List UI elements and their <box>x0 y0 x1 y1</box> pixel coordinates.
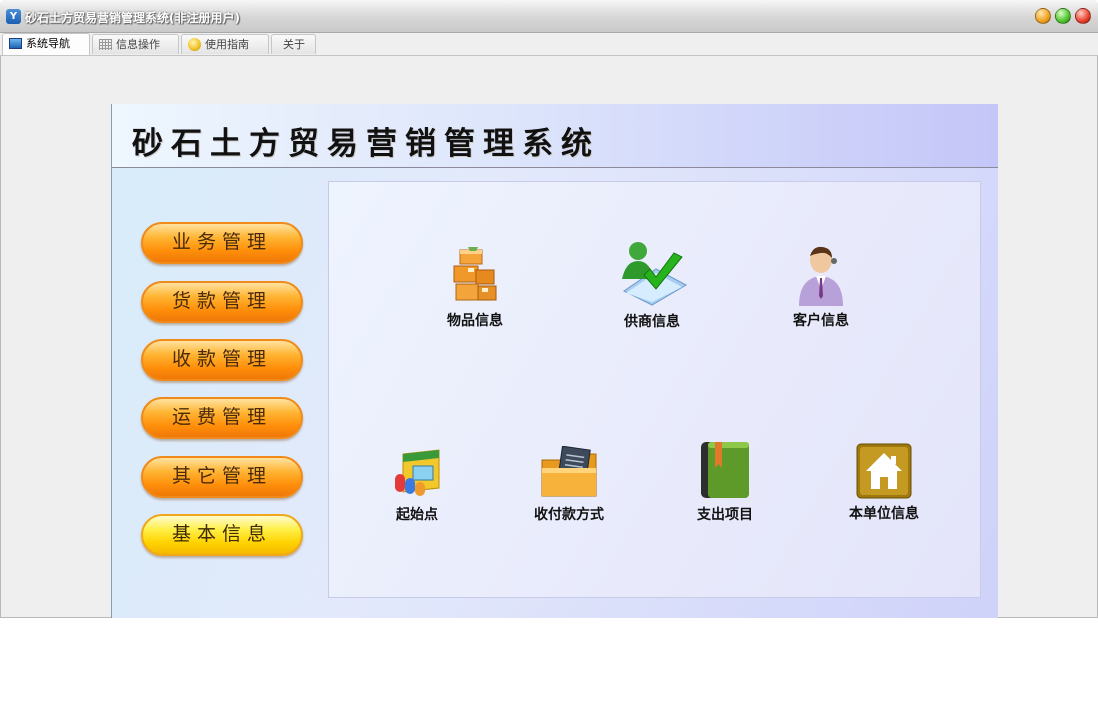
guide-icon <box>188 38 201 51</box>
house-icon <box>856 443 912 499</box>
book-icon <box>701 442 749 498</box>
menu-other-management-button[interactable]: 其它管理 <box>141 456 303 498</box>
feature-item-info[interactable]: 物品信息 <box>435 244 515 330</box>
menu-receipt-management-button[interactable]: 收款管理 <box>141 339 303 381</box>
feature-label: 供商信息 <box>624 314 680 330</box>
feature-label: 收付款方式 <box>534 507 604 523</box>
menu-payment-management-button[interactable]: 货款管理 <box>141 281 303 323</box>
feature-start-point[interactable]: 起始点 <box>377 444 457 524</box>
title-bar: Y 砂石土方贸易营销管理系统(非注册用户) <box>0 0 1098 33</box>
feature-label: 支出项目 <box>697 507 753 523</box>
window-title: 砂石土方贸易营销管理系统(非注册用户) <box>25 11 240 25</box>
system-title: 砂石土方贸易营销管理系统 <box>132 126 600 162</box>
feature-payment-methods[interactable]: 收付款方式 <box>519 445 619 524</box>
navigation-panel: 砂石土方贸易营销管理系统 业务管理 货款管理 收款管理 运费管理 其它管理 基本… <box>111 104 998 618</box>
maximize-button[interactable] <box>1055 8 1071 24</box>
feature-area: 物品信息 供商信息 客户信息 起始点 收付款方式 支出项目 本单位信息 <box>328 181 981 598</box>
shop-icon <box>395 449 440 496</box>
grid-icon <box>99 39 112 50</box>
tab-system-navigation[interactable]: 系统导航 <box>2 33 90 55</box>
app-logo-icon: Y <box>6 9 21 24</box>
menu-basic-info-button[interactable]: 基本信息 <box>141 514 303 556</box>
feature-label: 起始点 <box>396 507 438 523</box>
navigation-icon <box>9 38 22 49</box>
tab-label: 系统导航 <box>26 37 70 50</box>
tab-label: 使用指南 <box>205 38 249 51</box>
tab-info-operation[interactable]: 信息操作 <box>92 34 179 54</box>
supplier-check-icon <box>622 242 688 306</box>
close-button[interactable] <box>1075 8 1091 24</box>
tab-label: 信息操作 <box>116 38 160 51</box>
folder-document-icon <box>541 445 597 497</box>
feature-label: 本单位信息 <box>849 506 919 522</box>
minimize-button[interactable] <box>1035 8 1051 24</box>
tab-label: 关于 <box>283 38 305 51</box>
customer-person-icon <box>799 246 843 306</box>
feature-label: 客户信息 <box>793 313 849 329</box>
tab-bar: 系统导航 信息操作 使用指南 关于 <box>0 33 1098 56</box>
feature-supplier-info[interactable]: 供商信息 <box>607 239 697 331</box>
tab-user-guide[interactable]: 使用指南 <box>181 34 269 54</box>
feature-customer-info[interactable]: 客户信息 <box>781 244 861 330</box>
boxes-icon <box>453 247 497 301</box>
feature-label: 物品信息 <box>447 313 503 329</box>
panel-header: 砂石土方贸易营销管理系统 <box>112 104 998 168</box>
menu-freight-management-button[interactable]: 运费管理 <box>141 397 303 439</box>
feature-company-info[interactable]: 本单位信息 <box>839 443 929 523</box>
feature-expense-items[interactable]: 支出项目 <box>685 440 765 524</box>
tab-about[interactable]: 关于 <box>271 34 316 54</box>
app-window: Y 砂石土方贸易营销管理系统(非注册用户) 系统导航 信息操作 使用指南 关于 … <box>0 0 1098 618</box>
menu-business-management-button[interactable]: 业务管理 <box>141 222 303 264</box>
